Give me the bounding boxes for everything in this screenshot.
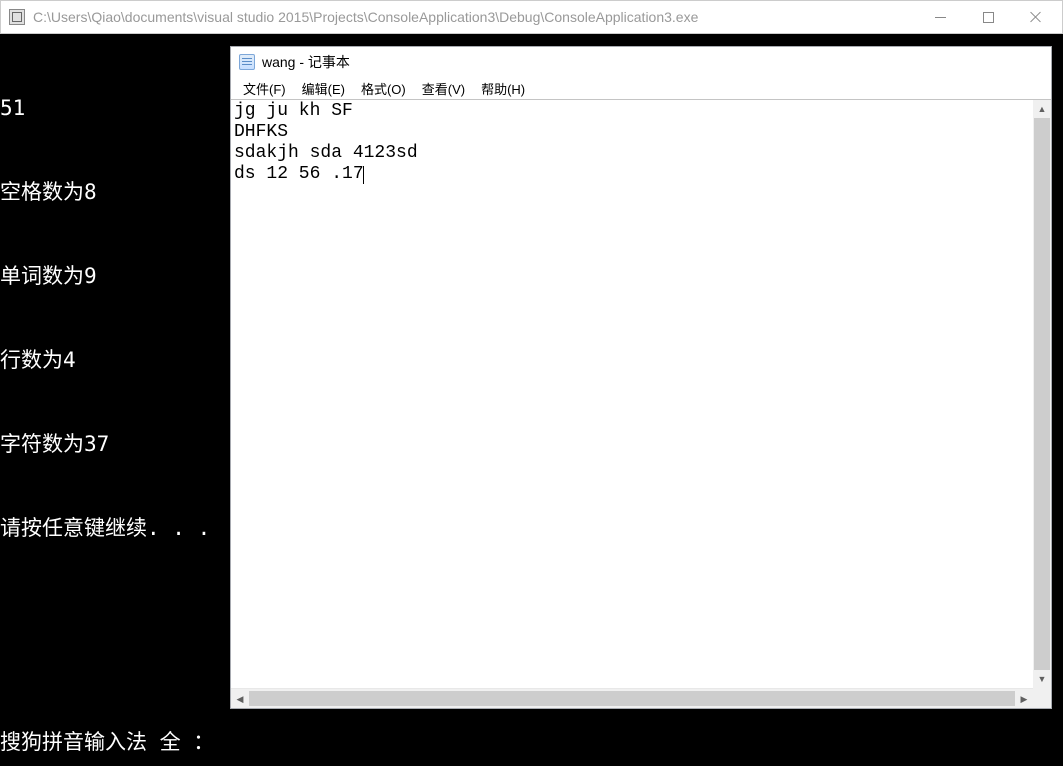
notepad-textarea[interactable]: jg ju kh SF DHFKS sdakjh sda 4123sd ds 1…	[231, 100, 1051, 688]
ime-status-bar: 搜狗拼音输入法 全 ：	[0, 726, 214, 766]
text-line: jg ju kh SF	[234, 101, 353, 121]
text-line: ds 12 56 .17	[234, 164, 364, 184]
console-client-area: 51 空格数为8 单词数为9 行数为4 字符数为37 请按任意键继续. . . …	[0, 34, 1063, 766]
text-line: sdakjh sda 4123sd	[234, 143, 418, 163]
close-icon	[1030, 11, 1042, 23]
console-titlebar[interactable]: C:\Users\Qiao\documents\visual studio 20…	[0, 0, 1063, 34]
close-button[interactable]	[1012, 1, 1060, 33]
console-line: 51	[0, 94, 210, 122]
scroll-thumb[interactable]	[1034, 118, 1050, 670]
notepad-title: wang - 记事本	[262, 52, 350, 72]
scroll-right-icon[interactable]: ▶	[1015, 690, 1033, 708]
console-line: 字符数为37	[0, 430, 210, 458]
text-caret	[363, 166, 364, 184]
scroll-thumb[interactable]	[249, 691, 1015, 706]
menu-edit[interactable]: 编辑(E)	[296, 77, 351, 100]
notepad-app-icon	[239, 54, 255, 70]
scroll-up-icon[interactable]: ▲	[1033, 100, 1051, 118]
menu-format[interactable]: 格式(O)	[355, 77, 412, 100]
console-window-title: C:\Users\Qiao\documents\visual studio 20…	[33, 9, 916, 25]
notepad-titlebar[interactable]: wang - 记事本	[231, 47, 1051, 77]
text-line: DHFKS	[234, 122, 288, 142]
notepad-menubar: 文件(F) 编辑(E) 格式(O) 查看(V) 帮助(H)	[231, 77, 1051, 99]
scroll-left-icon[interactable]: ◀	[231, 690, 249, 708]
menu-help[interactable]: 帮助(H)	[475, 77, 531, 100]
scrollbar-corner	[1033, 688, 1051, 708]
console-line: 空格数为8	[0, 178, 210, 206]
maximize-icon	[983, 12, 994, 23]
minimize-button[interactable]	[916, 1, 964, 33]
notepad-content-area: jg ju kh SF DHFKS sdakjh sda 4123sd ds 1…	[231, 99, 1051, 708]
console-line: 单词数为9	[0, 262, 210, 290]
menu-view[interactable]: 查看(V)	[416, 77, 471, 100]
horizontal-scrollbar[interactable]: ◀ ▶	[231, 688, 1051, 708]
console-window-controls	[916, 1, 1060, 33]
minimize-icon	[935, 17, 946, 18]
console-line: 请按任意键继续. . .	[0, 514, 210, 542]
vertical-scrollbar[interactable]: ▲ ▼	[1033, 100, 1051, 688]
scroll-down-icon[interactable]: ▼	[1033, 670, 1051, 688]
console-output: 51 空格数为8 单词数为9 行数为4 字符数为37 请按任意键继续. . .	[0, 34, 210, 598]
maximize-button[interactable]	[964, 1, 1012, 33]
console-line: 行数为4	[0, 346, 210, 374]
menu-file[interactable]: 文件(F)	[237, 77, 292, 100]
console-app-icon	[9, 9, 25, 25]
notepad-window[interactable]: wang - 记事本 文件(F) 编辑(E) 格式(O) 查看(V) 帮助(H)…	[230, 46, 1052, 709]
